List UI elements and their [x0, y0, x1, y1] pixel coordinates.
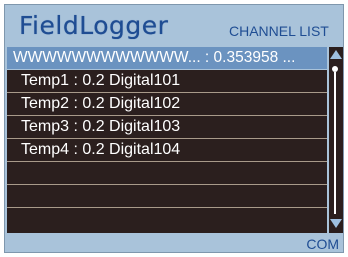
channel-row-temp4[interactable]: Temp4 : 0.2 Digital104 — [7, 139, 327, 162]
channel-row-label: Temp2 : 0.2 Digital102 — [21, 95, 181, 112]
channel-row-temp2[interactable]: Temp2 : 0.2 Digital102 — [7, 93, 327, 116]
device-frame: FieldLogger CHANNEL LIST WWWWWWWWWWWW...… — [0, 0, 348, 257]
channel-row-label: Temp1 : 0.2 Digital101 — [21, 72, 181, 89]
channel-row-selected[interactable]: WWWWWWWWWWWW... : 0.353958 ... — [7, 47, 327, 70]
channel-row-temp3[interactable]: Temp3 : 0.2 Digital103 — [7, 116, 327, 139]
channel-row-temp1[interactable]: Temp1 : 0.2 Digital101 — [7, 70, 327, 93]
channel-list: WWWWWWWWWWWW... : 0.353958 ... Temp1 : 0… — [7, 47, 327, 233]
list-scrollbar[interactable] — [329, 47, 343, 233]
channel-row-label: Temp3 : 0.2 Digital103 — [21, 118, 181, 135]
channel-row-label: Temp4 : 0.2 Digital104 — [21, 141, 181, 158]
fieldlogger-logo: FieldLogger — [19, 11, 169, 40]
header: FieldLogger CHANNEL LIST — [5, 5, 343, 47]
triangle-down-icon[interactable] — [330, 219, 342, 228]
channel-row-label: WWWWWWWWWWWW... : 0.353958 ... — [13, 49, 296, 66]
channel-row-empty — [7, 162, 327, 185]
status-bar: COM — [5, 234, 343, 252]
page-title: CHANNEL LIST — [229, 23, 329, 39]
triangle-up-icon[interactable] — [330, 50, 342, 59]
channel-row-empty — [7, 208, 327, 231]
connection-status: COM — [306, 236, 339, 252]
channel-row-empty — [7, 185, 327, 208]
lcd-screen: FieldLogger CHANNEL LIST WWWWWWWWWWWW...… — [4, 4, 344, 253]
scroll-track[interactable] — [334, 72, 336, 214]
